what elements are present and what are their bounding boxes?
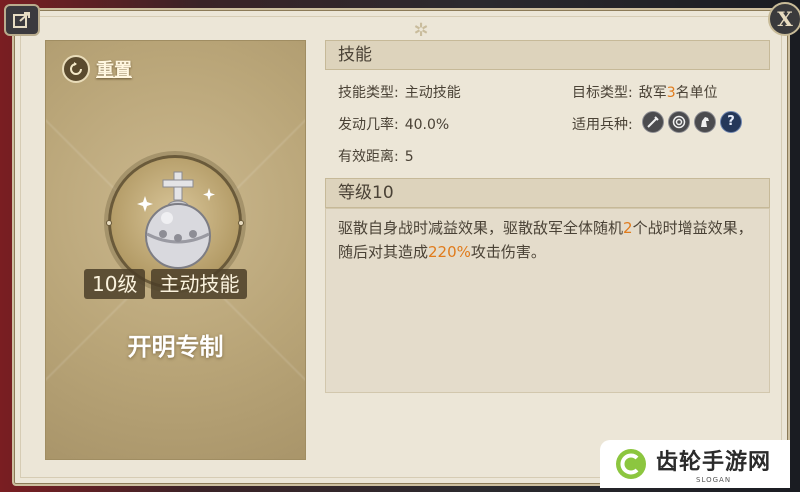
skill-level-badge: 10级 [84,269,146,299]
ring-knob [238,220,244,226]
watermark-slogan: SLOGAN [696,476,732,484]
help-icon[interactable]: ? [720,111,742,133]
skill-badges: 10级 主动技能 [84,269,248,299]
gear-logo-icon [616,449,646,479]
unit-types-key: 适用兵种: [572,117,633,133]
target-type-row: 目标类型: 敌军3名单位 [572,82,718,102]
skill-section-header: 技能 [325,40,770,70]
desc-part1: 驱散自身战时减益效果，驱散敌军全体随机 [338,219,624,237]
desc-percent: 220% [428,243,471,261]
trigger-rate-row: 发动几率: 40.0% [338,114,449,134]
skill-type-row: 技能类型: 主动技能 [338,82,461,102]
site-watermark: 齿轮手游网 SLOGAN [600,440,790,488]
skill-type-value: 主动技能 [404,85,461,101]
cavalry-horse-icon[interactable] [694,111,716,133]
skill-card: 重置 10级 主动技能 开明专制 ❦ [45,40,306,460]
skill-type-badge: 主动技能 [151,269,248,299]
trigger-rate-key: 发动几率: [338,117,399,133]
share-icon [13,12,30,28]
trigger-rate-value: 40.0% [404,117,450,133]
watermark-title: 齿轮手游网 [656,450,772,475]
share-button[interactable] [4,4,40,36]
skill-description: 驱散自身战时减益效果，驱散敌军全体随机2个战时增益效果，随后对其造成220%攻击… [338,216,758,264]
ornament-icon: ✲ [413,20,429,41]
desc-part3: 攻击伤害。 [470,243,546,261]
target-suffix: 名单位 [675,85,718,101]
target-type-value: 敌军3名单位 [639,85,718,101]
unit-types-row: 适用兵种: [572,114,633,134]
target-type-key: 目标类型: [572,85,633,101]
range-value: 5 [404,149,414,165]
unit-type-icons: ? [642,111,742,133]
skill-type-key: 技能类型: [338,85,399,101]
exclusive-label: 开明专制 [127,333,224,361]
archer-target-icon[interactable] [668,111,690,133]
reset-label: 重置 [96,60,132,81]
target-count: 3 [666,85,676,101]
range-key: 有效距离: [338,149,399,165]
ring-knob [106,220,112,226]
close-button[interactable]: X [768,2,800,36]
level-section-header: 等级10 [325,178,770,208]
desc-num1: 2 [623,219,633,237]
target-prefix: 敌军 [638,85,667,101]
range-row: 有效距离: 5 [338,146,414,166]
close-icon: X [777,7,793,31]
sovereign-orb-icon [137,171,215,269]
reset-button[interactable]: 重置 [62,55,132,83]
refresh-icon [62,55,90,83]
sword-icon[interactable] [642,111,664,133]
